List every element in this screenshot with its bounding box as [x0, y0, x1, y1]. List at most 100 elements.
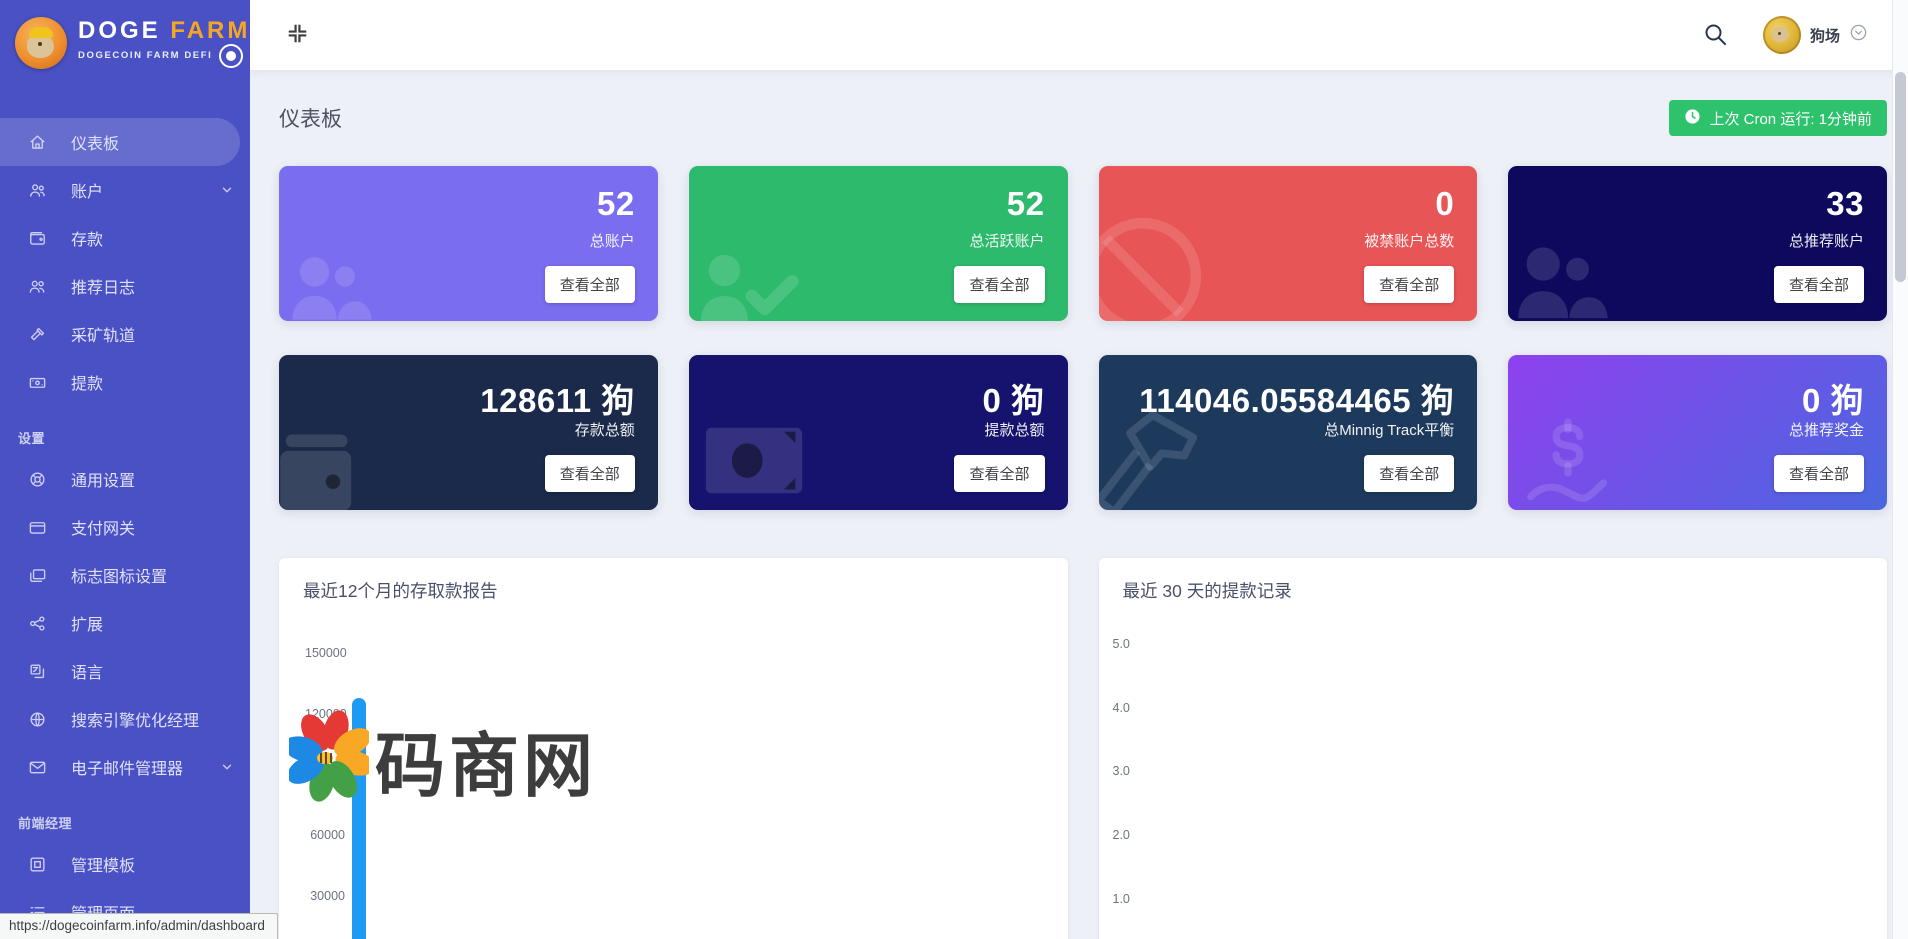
y-tick: 1.0	[1113, 892, 1130, 906]
clock-icon	[1684, 108, 1701, 129]
brand-title: DOGE FARM	[78, 17, 250, 45]
sidebar-item-logo-icon-settings[interactable]: 标志图标设置	[0, 551, 250, 599]
brand-logo[interactable]: DOGE FARM DOGECOIN FARM DEFI	[0, 0, 250, 100]
user-avatar	[1763, 16, 1801, 54]
stat-value: 33	[1826, 185, 1864, 223]
user-name: 狗场	[1810, 25, 1840, 46]
sidebar-collapse-button[interactable]	[286, 22, 309, 48]
sidebar-item-mining-track[interactable]: 采矿轨道	[0, 310, 250, 358]
dashboard-content: 仪表板 上次 Cron 运行: 1分钟前 52 总账户 查看全部 52 总活跃账…	[250, 70, 1908, 939]
hammer-icon	[28, 325, 47, 344]
stat-value: 52	[597, 185, 635, 223]
search-button[interactable]	[1703, 22, 1727, 49]
stat-value: 0 狗	[982, 374, 1044, 422]
y-tick: 120000	[305, 707, 345, 721]
chart-title: 最近 30 天的提款记录	[1123, 578, 1864, 603]
view-all-button[interactable]: 查看全部	[954, 266, 1044, 303]
users-group-icon	[287, 248, 379, 321]
cron-status-text: 上次 Cron 运行: 1分钟前	[1709, 108, 1872, 129]
share-nodes-icon	[28, 614, 47, 633]
sidebar-item-seo-manager[interactable]: 搜索引擎优化经理	[0, 695, 250, 743]
y-tick: 3.0	[1113, 764, 1130, 778]
sidebar-section-frontend: 前端经理	[0, 791, 250, 840]
y-tick: 90000	[305, 767, 345, 781]
y-tick: 4.0	[1113, 701, 1130, 715]
deposit-withdraw-chart-card: 最近12个月的存取款报告 150000 120000 90000 60000 3…	[279, 558, 1068, 939]
envelope-icon	[28, 758, 47, 777]
sidebar-pin-toggle[interactable]	[219, 44, 243, 68]
sidebar-item-label: 推荐日志	[71, 274, 135, 298]
sidebar-item-general-settings[interactable]: 通用设置	[0, 455, 250, 503]
main-area: 狗场 仪表板 上次 Cron 运行: 1分钟前 52 总账户 查看全部 52 总…	[250, 0, 1908, 939]
sidebar-item-withdrawals[interactable]: 提款	[0, 358, 250, 406]
stat-value: 0 狗	[1802, 374, 1864, 422]
chevron-down-circle-icon	[1849, 23, 1868, 47]
y-tick: 5.0	[1113, 637, 1130, 651]
sidebar-item-label: 语言	[71, 659, 103, 683]
view-all-button[interactable]: 查看全部	[1364, 455, 1454, 492]
sidebar-nav: 仪表板 账户 存款 推荐日志 采矿轨道 提款 设置 通用设置	[0, 100, 250, 936]
users-group-icon	[1512, 237, 1616, 321]
sidebar-item-label: 扩展	[71, 611, 103, 635]
view-all-button[interactable]: 查看全部	[1364, 266, 1454, 303]
template-icon	[28, 855, 47, 874]
hand-dollar-icon	[1518, 413, 1618, 510]
stat-card-active-accounts: 52 总活跃账户 查看全部	[689, 166, 1068, 321]
chevron-down-icon	[220, 183, 234, 197]
sidebar-item-label: 采矿轨道	[71, 322, 135, 346]
sidebar-item-accounts[interactable]: 账户	[0, 166, 250, 214]
sidebar-item-deposits[interactable]: 存款	[0, 214, 250, 262]
sidebar-item-language[interactable]: 语言	[0, 647, 250, 695]
compress-icon	[286, 22, 309, 48]
deposit-bar	[352, 698, 366, 939]
sidebar-item-referral-log[interactable]: 推荐日志	[0, 262, 250, 310]
view-all-button[interactable]: 查看全部	[545, 455, 635, 492]
sidebar-item-extensions[interactable]: 扩展	[0, 599, 250, 647]
browser-link-preview: https://dogecoinfarm.info/admin/dashboar…	[0, 913, 278, 939]
chevron-down-icon	[220, 760, 234, 774]
user-menu[interactable]: 狗场	[1763, 16, 1868, 54]
images-icon	[28, 566, 47, 585]
home-icon	[28, 133, 47, 152]
wallet-icon	[28, 229, 47, 248]
sidebar-item-payment-gateway[interactable]: 支付网关	[0, 503, 250, 551]
stat-label: 被禁账户总数	[1364, 230, 1454, 251]
page-title: 仪表板	[279, 103, 342, 133]
stat-value: 52	[1007, 185, 1045, 223]
charts-row: 最近12个月的存取款报告 150000 120000 90000 60000 3…	[279, 558, 1887, 939]
view-all-button[interactable]: 查看全部	[545, 266, 635, 303]
sidebar-item-label: 标志图标设置	[71, 563, 167, 587]
cron-status-badge: 上次 Cron 运行: 1分钟前	[1669, 100, 1887, 136]
stat-label: 总活跃账户	[969, 230, 1044, 251]
stat-label: 总Minnig Track平衡	[1324, 419, 1454, 440]
view-all-button[interactable]: 查看全部	[1774, 455, 1864, 492]
stat-label: 存款总额	[575, 419, 635, 440]
stat-card-mining-track-balance: 114046.05584465 狗 总Minnig Track平衡 查看全部	[1099, 355, 1478, 510]
stat-card-banned-accounts: 0 被禁账户总数 查看全部	[1099, 166, 1478, 321]
referral-users-icon	[28, 277, 47, 296]
stat-label: 总推荐奖金	[1789, 419, 1864, 440]
sidebar-item-label: 支付网关	[71, 515, 135, 539]
sidebar-section-settings: 设置	[0, 406, 250, 455]
page-scrollbar[interactable]	[1892, 0, 1908, 939]
wallet-icon	[279, 429, 373, 510]
y-tick: 60000	[305, 828, 345, 842]
money-bill-icon	[28, 373, 47, 392]
sidebar-item-label: 仪表板	[71, 130, 119, 154]
stat-card-referral-bonus: 0 狗 总推荐奖金 查看全部	[1508, 355, 1887, 510]
view-all-button[interactable]: 查看全部	[1774, 266, 1864, 303]
stat-card-total-deposits: 128611 狗 存款总额 查看全部	[279, 355, 658, 510]
stat-cards-grid: 52 总账户 查看全部 52 总活跃账户 查看全部 0 被禁账户总数 查看全部 …	[279, 166, 1887, 510]
sidebar-item-dashboard[interactable]: 仪表板	[0, 118, 240, 166]
sidebar-item-manage-templates[interactable]: 管理模板	[0, 840, 250, 888]
sidebar-item-label: 管理模板	[71, 852, 135, 876]
view-all-button[interactable]: 查看全部	[954, 455, 1044, 492]
money-bill-icon	[701, 422, 807, 504]
sidebar-item-email-manager[interactable]: 电子邮件管理器	[0, 743, 250, 791]
globe-icon	[28, 710, 47, 729]
stat-label: 提款总额	[984, 419, 1044, 440]
scrollbar-thumb[interactable]	[1895, 72, 1906, 282]
stat-card-total-accounts: 52 总账户 查看全部	[279, 166, 658, 321]
ban-icon	[1099, 210, 1209, 321]
y-tick: 2.0	[1113, 828, 1130, 842]
